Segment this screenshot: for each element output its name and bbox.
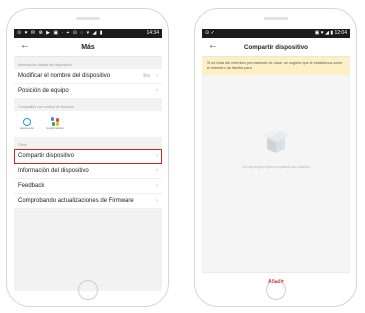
header: ← Compartir dispositivo [202,38,350,57]
row-label: Posición de equipo [18,88,69,94]
alexa-caption: amazon echo [20,128,34,130]
voice-assistants: amazon echo Google Assistant [14,111,162,137]
chevron-right-icon: › [156,153,158,159]
alexa-icon [23,118,31,126]
chevron-right-icon: › [156,73,158,79]
earpiece [263,17,288,20]
empty-state: No hay ningún objeto compartido aún añad… [202,129,350,169]
chevron-right-icon: › [156,88,158,94]
status-icons: ⊙ ♥ ✉ ⊗ ▶ ▣ · ⌖ ⊙ ◌ ▾ ◢ ▮ [17,30,104,36]
rename-device-row[interactable]: Modificar el nombre del dispositivo lba › [14,69,162,84]
row-label: Feedback [18,183,45,189]
alexa-item[interactable]: amazon echo [18,114,36,134]
empty-box-icon [264,131,288,153]
google-assistant-icon [50,117,60,126]
header: ← Más [14,38,162,57]
row-label: Información del dispositivo [18,168,89,174]
device-info-row[interactable]: Información del dispositivo › [14,164,162,179]
firmware-update-row[interactable]: Comprobando actualizaciones de Firmware … [14,194,162,209]
row-label: Modificar el nombre del dispositivo [18,73,111,79]
chevron-right-icon: › [156,198,158,204]
google-assistant-item[interactable]: Google Assistant [46,114,64,134]
status-bar: ⊙ ♥ ✉ ⊗ ▶ ▣ · ⌖ ⊙ ◌ ▾ ◢ ▮ 14:34 [14,29,162,38]
row-label: Comprobando actualizaciones de Firmware [18,198,134,204]
status-right-icons: ▣ ♥ ◢ ▮ [314,30,334,36]
device-name-value: lba [143,73,150,79]
page-title: Más [81,43,95,51]
section-basic-info: Información básica del dispositivo [18,63,72,67]
section-others: Otros [18,143,27,147]
left-phone: ⊙ ♥ ✉ ⊗ ▶ ▣ · ⌖ ⊙ ◌ ▾ ◢ ▮ 14:34 ← Más In… [6,8,169,307]
earpiece [75,17,100,20]
right-phone: ⊙ ✓ ▣ ♥ ◢ ▮ 12:04 ← Compartir dispositiv… [194,8,357,307]
status-time: 14:34 [146,30,159,36]
share-screen: ⊙ ✓ ▣ ♥ ◢ ▮ 12:04 ← Compartir dispositiv… [202,29,350,291]
empty-state-text: No hay ningún objeto compartido aún añad… [242,165,310,169]
share-notice: Si se trata del miembro permanente de ca… [202,57,350,75]
share-device-row[interactable]: Compartir dispositivo › [14,149,162,164]
device-position-row[interactable]: Posición de equipo › [14,84,162,99]
page-title: Compartir dispositivo [244,43,308,51]
home-button[interactable] [265,280,286,300]
status-icons: ⊙ ✓ [205,30,215,36]
back-arrow-icon[interactable]: ← [20,40,30,51]
home-button[interactable] [77,280,98,300]
google-assistant-caption: Google Assistant [46,128,64,130]
feedback-row[interactable]: Feedback › [14,179,162,194]
status-bar: ⊙ ✓ ▣ ♥ ◢ ▮ 12:04 [202,29,350,38]
back-arrow-icon[interactable]: ← [208,40,218,51]
chevron-right-icon: › [156,168,158,174]
chevron-right-icon: › [156,183,158,189]
more-screen: ⊙ ♥ ✉ ⊗ ▶ ▣ · ⌖ ⊙ ◌ ▾ ◢ ▮ 14:34 ← Más In… [14,29,162,291]
section-voice-control: Compatible con control de terceros [18,105,74,109]
status-time: 12:04 [334,30,347,36]
row-label: Compartir dispositivo [18,153,75,159]
